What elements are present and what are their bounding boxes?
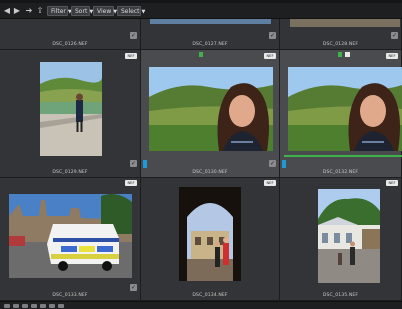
checkbox-icon[interactable]: ✓: [130, 160, 137, 167]
thumbnail-cell[interactable]: ✓ DSC_0127.NEF: [141, 19, 280, 50]
checkbox-icon[interactable]: ✓: [269, 160, 276, 167]
filename-label: DSC_0132.NEF: [322, 170, 359, 175]
settings-icon[interactable]: [58, 304, 64, 308]
thumbnail-cell-selected[interactable]: NEF ✓ DSC_0130.NEF: [141, 50, 280, 178]
info-icon[interactable]: [49, 304, 55, 308]
thumbnail-grid: ✓ DSC_0126.NEF ✓ DSC_0127.NEF ✓ DSC_0128…: [0, 19, 402, 301]
thumbnail-cell[interactable]: NEF DSC_0134.NEF: [141, 178, 280, 301]
thumbnail-image: [290, 19, 400, 27]
grid-view-icon[interactable]: [13, 304, 19, 308]
next-arrow-icon[interactable]: ➔: [25, 6, 33, 16]
filename-label: DSC_0130.NEF: [192, 170, 228, 175]
filter-menu[interactable]: Filter ▼: [47, 6, 72, 16]
checkbox-icon[interactable]: ✓: [130, 284, 137, 291]
filename-label: DSC_0134.NEF: [192, 293, 228, 298]
raw-badge: NEF: [125, 180, 137, 186]
thumbnail-cell-selected[interactable]: NEF DSC_0132.NEF: [280, 50, 402, 178]
filmstrip-icon[interactable]: [31, 304, 37, 308]
checkbox-icon[interactable]: ✓: [391, 32, 398, 39]
green-label-icon: [199, 52, 203, 57]
view-menu[interactable]: View ▼: [93, 6, 117, 16]
raw-badge: NEF: [386, 180, 398, 186]
bottom-status-bar: [0, 301, 402, 309]
blue-label-icon: [282, 160, 286, 168]
folder-icon[interactable]: [4, 304, 10, 308]
browser-toolbar: ◀ ▶ ➔ ⇧ Filter ▼ Sort ▼ View ▼ Select ▼: [0, 3, 402, 19]
filename-label: DSC_0126.NEF: [52, 42, 88, 47]
thumbnail-cell[interactable]: NEF ✓ DSC_0133.NEF: [0, 178, 141, 301]
thumbnail-cell[interactable]: ✓ DSC_0128.NEF: [280, 19, 402, 50]
thumbnail-image: [40, 62, 102, 156]
select-menu[interactable]: Select ▼: [117, 6, 145, 16]
filename-label: DSC_0127.NEF: [192, 42, 228, 47]
filename-label: DSC_0129.NEF: [52, 170, 88, 175]
sort-label: Sort: [75, 8, 88, 15]
thumbnail-image: [149, 67, 273, 151]
filename-label: DSC_0135.NEF: [322, 293, 359, 298]
raw-badge: NEF: [386, 53, 398, 59]
checkbox-icon[interactable]: ✓: [269, 32, 276, 39]
thumbnail-cell[interactable]: NEF ✓ DSC_0129.NEF: [0, 50, 141, 178]
tag-icon: [345, 52, 350, 57]
blue-label-icon: [143, 160, 147, 168]
sort-menu[interactable]: Sort ▼: [71, 6, 93, 16]
up-arrow-icon[interactable]: ⇧: [36, 6, 44, 16]
filename-label: DSC_0133.NEF: [52, 293, 88, 298]
thumbnail-image: [179, 187, 241, 281]
filter-label: Filter: [51, 8, 66, 15]
view-label: View: [97, 8, 112, 15]
thumbnail-image: [9, 194, 132, 278]
compare-icon[interactable]: [40, 304, 46, 308]
select-label: Select: [121, 8, 140, 15]
green-label-bar: [284, 155, 402, 157]
checkbox-icon[interactable]: ✓: [130, 32, 137, 39]
list-view-icon[interactable]: [22, 304, 28, 308]
raw-badge: NEF: [264, 53, 276, 59]
raw-badge: NEF: [264, 180, 276, 186]
filename-label: DSC_0128.NEF: [322, 42, 359, 47]
green-label-icon: [338, 52, 342, 57]
thumbnail-cell[interactable]: NEF DSC_0135.NEF: [280, 178, 402, 301]
back-arrow-icon[interactable]: ◀: [3, 6, 11, 16]
raw-badge: NEF: [125, 53, 137, 59]
forward-arrow-icon[interactable]: ▶: [13, 6, 21, 16]
thumbnail-cell[interactable]: ✓ DSC_0126.NEF: [0, 19, 141, 50]
thumbnail-image: [318, 189, 380, 283]
thumbnail-image: [288, 67, 402, 151]
thumbnail-image: [150, 19, 271, 24]
chevron-down-icon: ▼: [141, 9, 146, 15]
